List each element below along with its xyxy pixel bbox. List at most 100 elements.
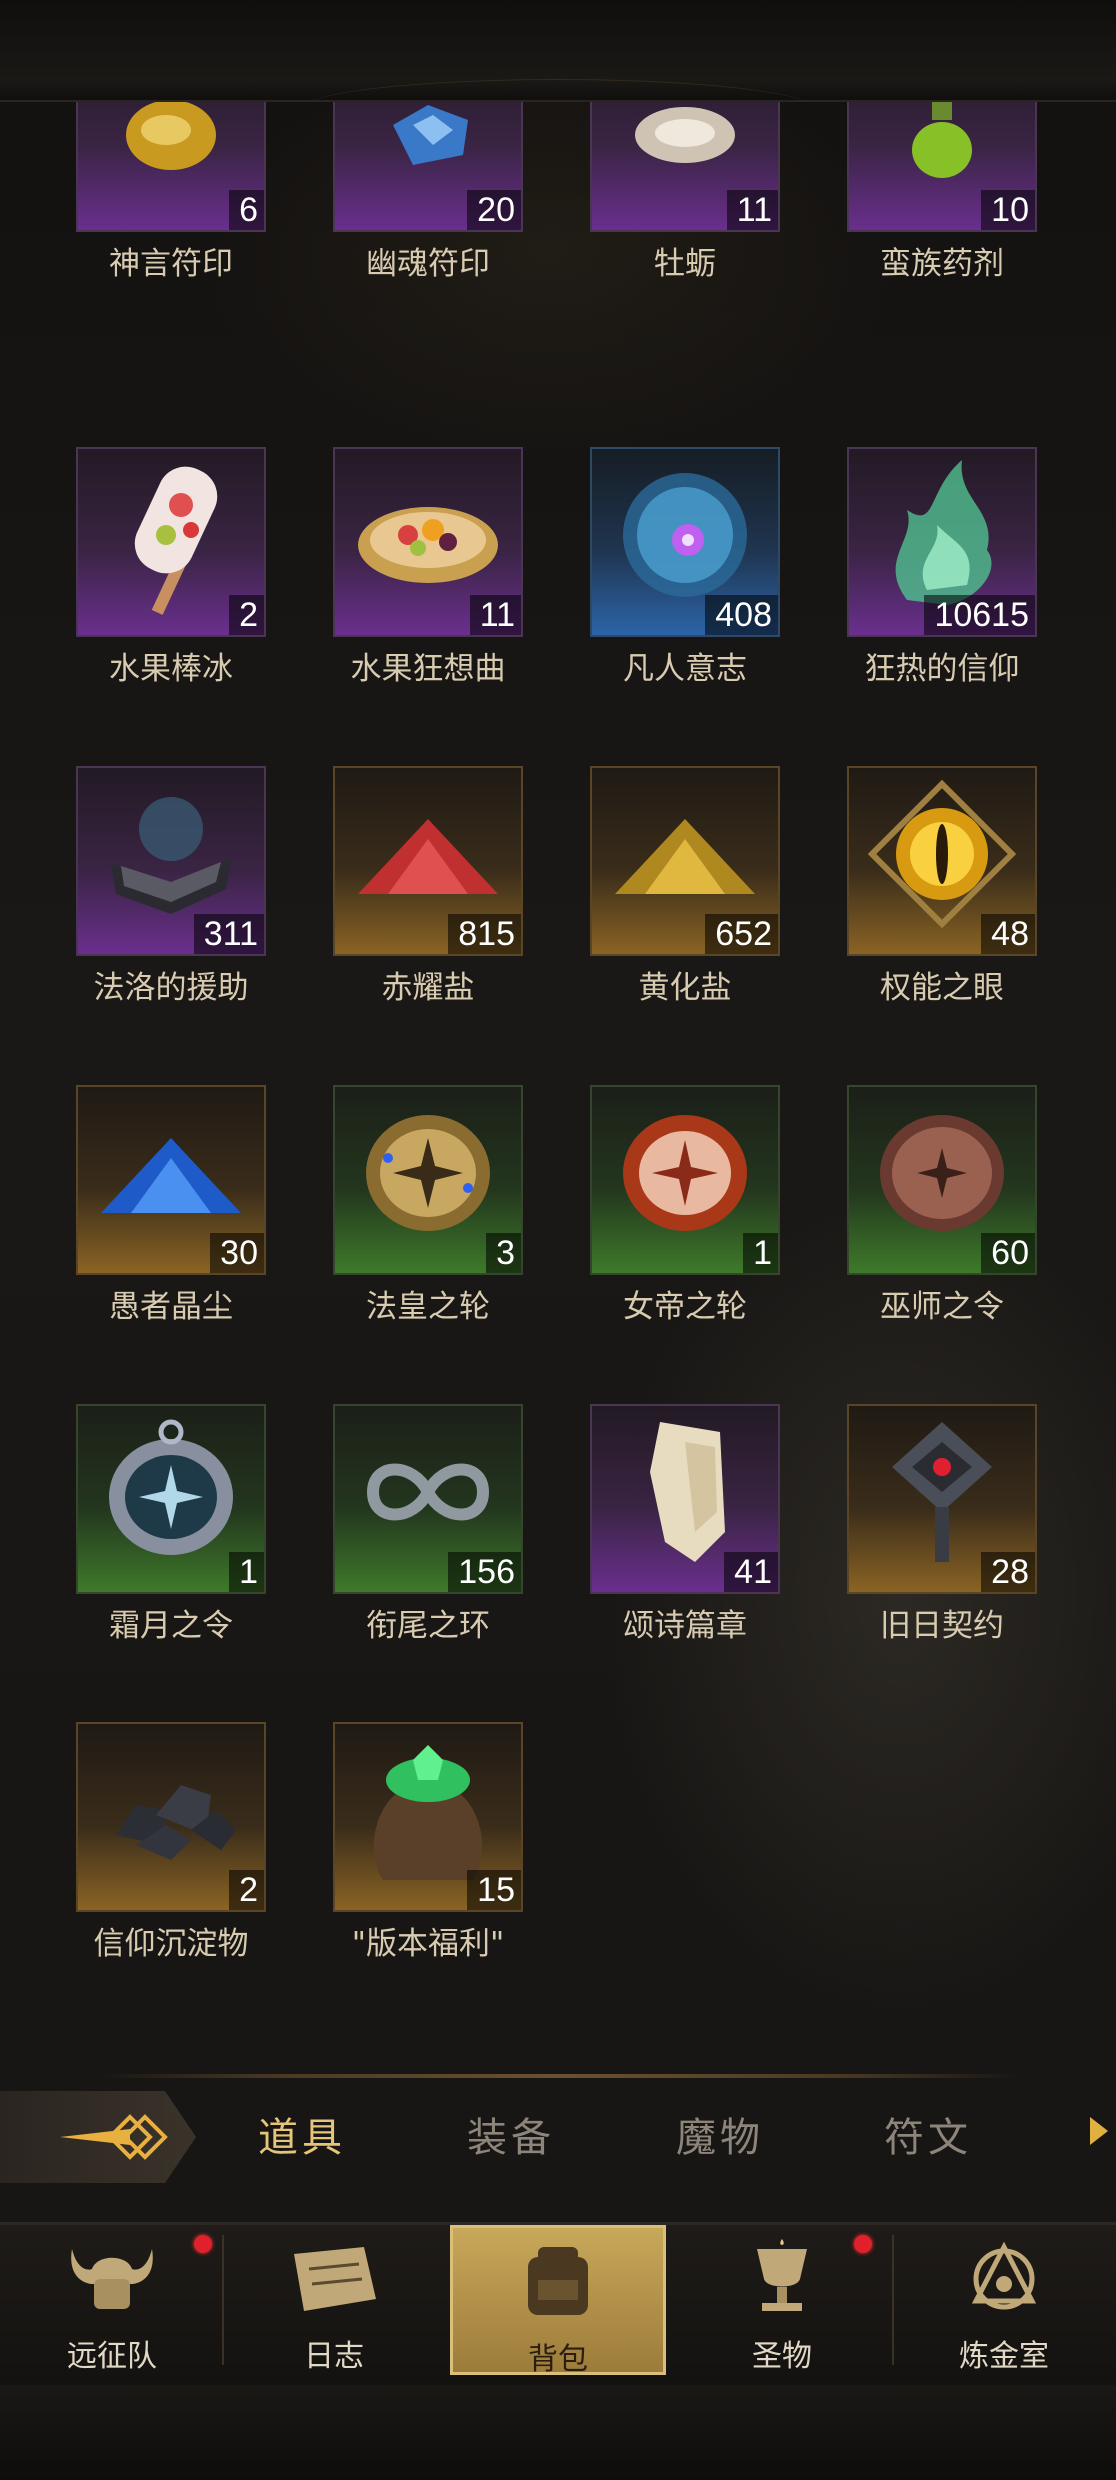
nav-relics[interactable]: 圣物 [682, 2225, 882, 2375]
item-slot[interactable]: 2 [76, 447, 266, 637]
inventory-item[interactable]: 60 巫师之令 [847, 1085, 1037, 1326]
nav-divider [892, 2235, 894, 2365]
item-name: 凡人意志 [623, 651, 747, 687]
item-name: 衔尾之环 [366, 1608, 490, 1644]
inventory-item[interactable]: 815 赤耀盐 [333, 766, 523, 1007]
inventory-item[interactable]: 11 水果狂想曲 [333, 447, 523, 688]
dark-seal-icon [892, 1421, 992, 1562]
inventory-item[interactable]: 28 旧日契约 [847, 1404, 1037, 1645]
item-name: 权能之眼 [880, 970, 1004, 1006]
item-name: 愚者晶尘 [109, 1289, 233, 1325]
item-name: 神言符印 [109, 246, 233, 282]
item-slot[interactable]: 30 [76, 1085, 266, 1275]
item-name: 信仰沉淀物 [93, 1926, 249, 1962]
chalice-icon [757, 2239, 807, 2311]
inventory-item[interactable]: 48 权能之眼 [847, 766, 1037, 1007]
nav-backpack[interactable]: 背包 [450, 2225, 666, 2377]
item-slot[interactable]: 11 [333, 447, 523, 637]
inventory-item[interactable]: 408 凡人意志 [590, 447, 780, 688]
inventory-item[interactable]: 30 愚者晶尘 [76, 1085, 266, 1326]
tab-equipment[interactable]: 装备 [467, 2105, 555, 2163]
item-count: 30 [210, 1233, 264, 1273]
item-count: 1 [743, 1233, 778, 1273]
nav-label: 背包 [528, 2342, 588, 2377]
item-count: 156 [448, 1552, 521, 1592]
item-name: 女帝之轮 [623, 1289, 747, 1325]
inventory-item[interactable]: 1 女帝之轮 [590, 1085, 780, 1326]
item-slot[interactable]: 408 [590, 447, 780, 637]
inventory-item[interactable]: 2 水果棒冰 [76, 447, 266, 688]
item-slot[interactable]: 15 [333, 1722, 523, 1912]
inventory-item[interactable]: 3 法皇之轮 [333, 1085, 523, 1326]
item-name: 法皇之轮 [366, 1289, 490, 1325]
item-count: 15 [467, 1870, 521, 1910]
tab-items[interactable]: 道具 [258, 2105, 346, 2163]
tab-scroll-right-icon[interactable] [1090, 2117, 1108, 2145]
fruit-platter-icon [358, 506, 498, 583]
scroll-icon [294, 2247, 376, 2311]
nav-journal[interactable]: 日志 [234, 2225, 434, 2375]
item-name: 黄化盐 [638, 970, 732, 1006]
backpack-icon [528, 2247, 588, 2315]
item-name: 霜月之令 [109, 1608, 233, 1644]
glowing-orb-icon [623, 472, 747, 597]
item-count: 6 [229, 190, 264, 230]
bottom-nav: 远征队 日志 背包 圣物 炼金室 [0, 2222, 1116, 2385]
nav-label: 炼金室 [959, 2339, 1049, 2374]
ouroboros-icon [366, 1463, 490, 1520]
nav-alchemy-lab[interactable]: 炼金室 [904, 2225, 1104, 2375]
parchment-icon [650, 1421, 725, 1562]
inventory-item[interactable]: 41 颂诗篇章 [590, 1404, 780, 1645]
item-slot[interactable]: 60 [847, 1085, 1037, 1275]
bottom-frame [0, 2385, 1116, 2480]
alchemy-icon [971, 2241, 1037, 2310]
item-count: 652 [705, 914, 778, 954]
red-salt-icon [358, 818, 498, 894]
item-slot[interactable]: 28 [847, 1404, 1037, 1594]
inventory-item[interactable]: 311 法洛的援助 [76, 766, 266, 1007]
item-name: 牡蛎 [654, 246, 716, 282]
nav-label: 远征队 [67, 2339, 157, 2374]
item-count: 10 [981, 190, 1035, 230]
popsicle-icon [134, 466, 218, 615]
item-name: 旧日契约 [880, 1608, 1004, 1644]
top-frame [0, 0, 1116, 102]
item-slot[interactable]: 156 [333, 1404, 523, 1594]
diamond-arrow-icon [60, 2114, 168, 2160]
inventory-item[interactable]: 2 信仰沉淀物 [76, 1722, 266, 1963]
item-name: 蛮族药剂 [880, 246, 1004, 282]
item-count: 41 [724, 1552, 778, 1592]
category-tab-bar: 道具 装备 魔物 符文 [0, 2085, 1116, 2215]
inventory-item[interactable]: 15 "版本福利" [333, 1722, 523, 1963]
yellow-salt-icon [615, 818, 755, 894]
item-slot[interactable]: 311 [76, 766, 266, 956]
item-count: 11 [726, 190, 778, 230]
item-count: 815 [448, 914, 521, 954]
gold-disc-icon [366, 1114, 490, 1231]
item-count: 11 [469, 595, 521, 635]
inventory-item[interactable]: 156 衔尾之环 [333, 1404, 523, 1645]
item-slot[interactable]: 10615 [847, 447, 1037, 637]
item-slot[interactable]: 3 [333, 1085, 523, 1275]
red-disc-icon [623, 1114, 747, 1231]
tab-runes[interactable]: 符文 [884, 2105, 972, 2163]
item-slot[interactable]: 652 [590, 766, 780, 956]
item-slot[interactable]: 1 [590, 1085, 780, 1275]
spellbook-icon [111, 796, 231, 914]
item-count: 20 [467, 190, 521, 230]
inventory-item[interactable]: 1 霜月之令 [76, 1404, 266, 1645]
inventory-item[interactable]: 652 黄化盐 [590, 766, 780, 1007]
item-slot[interactable]: 41 [590, 1404, 780, 1594]
item-slot[interactable]: 48 [847, 766, 1037, 956]
item-slot[interactable]: 1 [76, 1404, 266, 1594]
item-slot[interactable]: 815 [333, 766, 523, 956]
tab-monsters[interactable]: 魔物 [676, 2105, 764, 2163]
item-slot[interactable]: 2 [76, 1722, 266, 1912]
inventory-grid: 6 神言符印 20 幽魂符印 11 牡蛎 10 蛮族药剂 2 水果棒冰 11 水… [0, 0, 1116, 2080]
nav-expedition[interactable]: 远征队 [12, 2225, 212, 2375]
tab-scroll-left-button[interactable] [0, 2091, 196, 2183]
inventory-item[interactable]: 10615 狂热的信仰 [847, 447, 1037, 688]
notification-badge [854, 2235, 872, 2253]
item-name: 赤耀盐 [381, 970, 475, 1006]
nav-divider [222, 2235, 224, 2365]
